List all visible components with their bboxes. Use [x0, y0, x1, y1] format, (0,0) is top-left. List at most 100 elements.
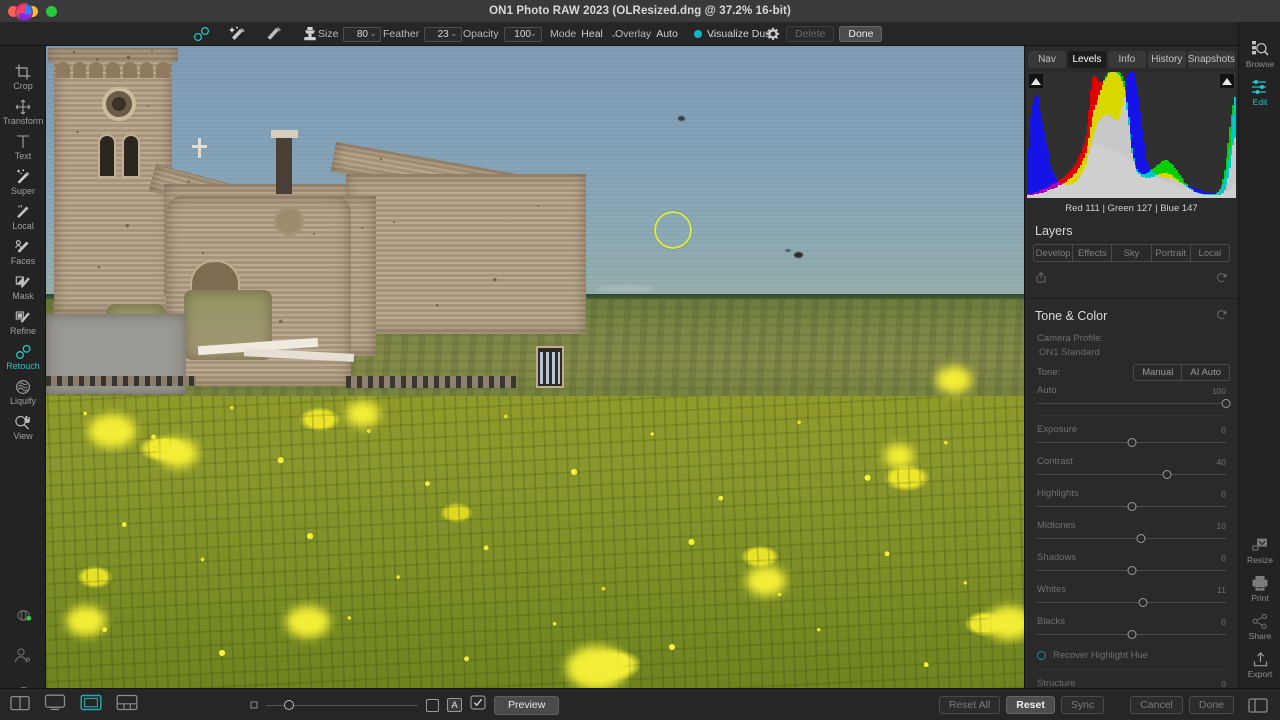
sidebar-item-crop[interactable]: Crop: [0, 58, 46, 93]
feather-input[interactable]: 23 ⌄: [424, 26, 463, 42]
mode-control[interactable]: Mode Heal ⌄: [550, 22, 617, 46]
delete-button[interactable]: Delete: [786, 26, 835, 42]
slider-knob-auto[interactable]: [1221, 399, 1231, 408]
sidebar-item-refine[interactable]: Refine: [0, 303, 46, 338]
tone-color-header[interactable]: Tone & Color: [1025, 299, 1238, 331]
slider-auto[interactable]: [1037, 399, 1231, 408]
layer-tab-develop[interactable]: Develop: [1034, 245, 1074, 261]
camera-profile-value[interactable]: ON1 Standard: [1025, 344, 1238, 360]
reset-button[interactable]: Reset: [1006, 696, 1055, 714]
module-export[interactable]: Export: [1239, 644, 1280, 682]
opacity-input[interactable]: 100 ⌄: [503, 26, 542, 42]
module-resize[interactable]: Resize: [1239, 530, 1280, 568]
slider-value-midtones[interactable]: 10: [1217, 521, 1226, 531]
tab-history[interactable]: History: [1147, 51, 1186, 68]
slider-value-contrast[interactable]: 40: [1217, 457, 1226, 467]
image-canvas[interactable]: [46, 46, 1024, 688]
visualize-dust-control[interactable]: Visualize Dust: [694, 22, 773, 46]
sidebar-item-local[interactable]: Local: [0, 198, 46, 233]
clone-stamp-tool[interactable]: [300, 24, 320, 44]
reset-arrow-icon[interactable]: [1216, 307, 1228, 325]
zoom-window-button[interactable]: [46, 5, 57, 17]
sidebar-item-mask[interactable]: Mask: [0, 268, 46, 303]
module-browse[interactable]: Browse: [1239, 34, 1280, 72]
sidebar-item-transform[interactable]: Transform: [0, 93, 46, 128]
sync-button[interactable]: Sync: [1060, 696, 1105, 714]
sync-cloud-icon[interactable]: [14, 607, 33, 630]
shadow-clip-warning[interactable]: [1029, 74, 1043, 88]
sidebar-item-retouch[interactable]: Retouch: [0, 338, 46, 373]
recover-highlight-hue-checkbox[interactable]: [1037, 651, 1046, 660]
slider-value-structure[interactable]: 0: [1221, 679, 1226, 689]
size-control: Size 80 ⌄: [318, 22, 382, 46]
sidebar-item-view[interactable]: View: [0, 408, 46, 443]
module-print[interactable]: Print: [1239, 568, 1280, 606]
sidebar-item-liquify[interactable]: Liquify: [0, 373, 46, 408]
slider-knob-contrast[interactable]: [1162, 470, 1172, 479]
sidebar-item-faces[interactable]: Faces: [0, 233, 46, 268]
layer-tab-sky[interactable]: Sky: [1112, 245, 1152, 261]
layer-tab-portrait[interactable]: Portrait: [1152, 245, 1191, 261]
tone-mode-ai-auto[interactable]: AI Auto: [1182, 365, 1229, 380]
layer-tab-local[interactable]: Local: [1191, 245, 1229, 261]
slider-shadows[interactable]: [1037, 566, 1226, 575]
slider-whites[interactable]: [1037, 598, 1226, 607]
add-layer-icon[interactable]: [1035, 270, 1047, 288]
retouch-brush-tool[interactable]: [228, 24, 248, 44]
reset-all-button[interactable]: Reset All: [938, 696, 1001, 714]
small-thumbnail-icon[interactable]: [250, 696, 258, 714]
slider-knob-exposure[interactable]: [1127, 438, 1136, 447]
done-button[interactable]: Done: [839, 26, 883, 42]
slider-value-exposure[interactable]: 0: [1221, 425, 1226, 435]
filmstrip-view-icon[interactable]: [80, 694, 102, 716]
single-view-icon[interactable]: [44, 694, 66, 716]
recover-highlight-hue-row[interactable]: Recover Highlight Hue: [1025, 646, 1238, 663]
tab-levels[interactable]: Levels: [1067, 51, 1106, 68]
checkmark-icon[interactable]: [470, 695, 486, 715]
thumbnail-size-knob[interactable]: [284, 700, 294, 710]
layer-tab-effects[interactable]: Effects: [1073, 245, 1113, 261]
slider-contrast[interactable]: [1037, 470, 1226, 479]
grid-view-icon[interactable]: [116, 694, 138, 716]
module-share[interactable]: Share: [1239, 606, 1280, 644]
module-edit[interactable]: Edit: [1239, 72, 1280, 110]
perfect-eraser-tool[interactable]: [192, 24, 212, 44]
cancel-button[interactable]: Cancel: [1130, 696, 1183, 714]
tone-auto-row: Auto 100: [1025, 383, 1238, 396]
large-thumbnail-icon[interactable]: [426, 698, 439, 712]
slider-midtones[interactable]: [1037, 534, 1226, 543]
slider-value-whites[interactable]: 11: [1217, 585, 1226, 595]
account-person-icon[interactable]: [14, 647, 32, 669]
tab-nav[interactable]: Nav: [1028, 51, 1066, 68]
slider-value-highlights[interactable]: 0: [1221, 489, 1226, 499]
slider-knob-shadows[interactable]: [1127, 566, 1136, 575]
slider-value-blacks[interactable]: 0: [1221, 617, 1226, 627]
slider-knob-whites[interactable]: [1138, 598, 1148, 607]
slider-highlights[interactable]: [1037, 502, 1226, 511]
slider-exposure[interactable]: [1037, 438, 1226, 447]
thumbnail-size-slider[interactable]: [266, 700, 418, 710]
slider-blacks[interactable]: [1037, 630, 1226, 639]
tab-snapshots[interactable]: Snapshots: [1187, 51, 1236, 68]
tab-info[interactable]: Info: [1107, 51, 1146, 68]
healing-brush-tool[interactable]: [264, 24, 284, 44]
slider-knob-midtones[interactable]: [1136, 534, 1146, 543]
highlight-clip-warning[interactable]: [1220, 74, 1234, 88]
rating-a-icon[interactable]: A: [447, 698, 462, 712]
tone-mode-manual[interactable]: Manual: [1134, 365, 1183, 380]
size-input[interactable]: 80 ⌄: [343, 26, 382, 42]
slider-knob-highlights[interactable]: [1127, 502, 1136, 511]
preview-button[interactable]: Preview: [494, 695, 560, 715]
sidebar-label-local: Local: [12, 221, 34, 231]
visualize-dust-toggle[interactable]: [694, 30, 702, 38]
slider-value-auto[interactable]: 100: [1212, 386, 1226, 396]
tool-settings-button[interactable]: [766, 22, 780, 46]
panel-toggle-icon[interactable]: [1248, 698, 1268, 718]
sidebar-item-text[interactable]: Text: [0, 128, 46, 163]
done-button-bottom[interactable]: Done: [1188, 696, 1234, 714]
slider-knob-blacks[interactable]: [1127, 630, 1136, 639]
reset-arrow-icon[interactable]: [1216, 270, 1228, 288]
sidebar-item-super[interactable]: Super: [0, 163, 46, 198]
compare-split-icon[interactable]: [10, 695, 30, 716]
slider-value-shadows[interactable]: 0: [1221, 553, 1226, 563]
